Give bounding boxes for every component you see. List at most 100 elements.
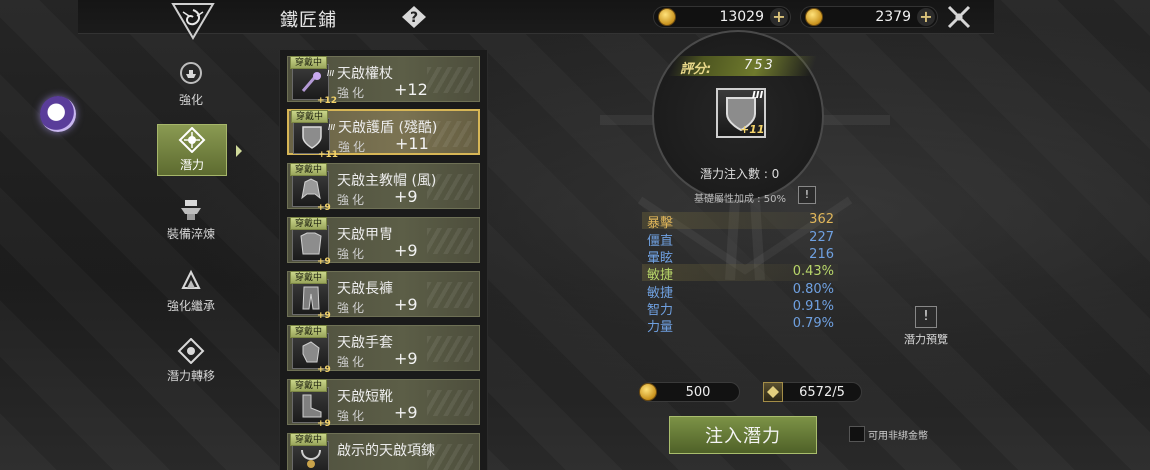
currency-gold-stack-value: 13029 xyxy=(719,9,764,25)
sidebar-item-transfer[interactable]: 潛力轉移 xyxy=(150,334,232,388)
sidebar-item-label: 強化繼承 xyxy=(166,299,215,313)
item-plus-badge: +9 xyxy=(317,203,331,213)
item-name: 天啟甲冑 xyxy=(337,227,393,243)
page-title: 鐵匠鋪 xyxy=(280,10,337,31)
sidebar-item-enhance[interactable]: 強化 xyxy=(150,58,232,112)
sidebar-item-potential[interactable]: 潛力 xyxy=(157,124,242,176)
sidebar-item-label: 裝備淬煉 xyxy=(166,227,215,241)
anvil-icon xyxy=(180,62,202,84)
use-unbound-gold-checkbox[interactable] xyxy=(849,426,865,442)
inherit-icon xyxy=(181,269,201,289)
equipped-badge: 穿戴中 xyxy=(290,56,328,69)
base-bonus-text: 基礎屬性加成 : 50% xyxy=(694,194,786,205)
coin-icon xyxy=(805,8,823,26)
decor-stripes xyxy=(427,444,473,470)
svg-text:?: ? xyxy=(410,10,418,26)
coin-icon xyxy=(639,383,657,401)
list-item[interactable]: +9 穿戴中 天啟短靴 強化 +9 xyxy=(287,379,480,429)
decor-stripes xyxy=(427,282,473,308)
add-currency-2-button[interactable]: + xyxy=(917,8,935,26)
item-plus-badge: +11 xyxy=(318,150,339,160)
add-currency-1-button[interactable]: + xyxy=(770,8,788,26)
use-unbound-gold-label: 可用非綁金幣 xyxy=(868,430,928,442)
item-enhance-label: 強化 xyxy=(337,355,368,369)
item-enhance-label: 強化 xyxy=(338,140,369,154)
stat-value: 0.79% xyxy=(792,316,834,331)
assistant-orb-icon[interactable] xyxy=(40,96,76,132)
list-item[interactable]: III +11 穿戴中 天啟護盾 (殘酷) 強化 +11 xyxy=(287,109,480,160)
item-enhance-level: +12 xyxy=(394,80,428,99)
gold-cost: 500 xyxy=(639,382,740,402)
equipped-badge: 穿戴中 xyxy=(290,163,328,176)
item-enhance-level: +9 xyxy=(394,241,418,260)
currency-coin: 2379 + xyxy=(800,6,938,28)
equipped-badge: 穿戴中 xyxy=(290,433,328,446)
potential-preview-button[interactable]: ! 潛力預覽 xyxy=(900,306,952,348)
sidebar-item-label: 潛力 xyxy=(179,158,204,172)
item-plus-badge: +9 xyxy=(317,365,331,375)
stat-value: 0.91% xyxy=(792,299,834,314)
list-item[interactable]: +9 穿戴中 天啟甲冑 強化 +9 xyxy=(287,217,480,267)
item-enhance-level: +9 xyxy=(394,295,418,314)
currency-coin-value: 2379 xyxy=(875,9,911,25)
guild-emblem-icon xyxy=(166,0,220,40)
list-item[interactable]: III +12 穿戴中 天啟權杖 強化 +12 xyxy=(287,56,480,106)
item-name: 天啟權杖 xyxy=(337,66,393,82)
stat-name: 暴擊 xyxy=(647,216,674,231)
list-item[interactable]: +9 穿戴中 天啟長褲 強化 +9 xyxy=(287,271,480,321)
selected-item-tier: III xyxy=(752,90,764,101)
stat-row: 敏捷 0.80% xyxy=(642,282,838,301)
exclamation-icon: ! xyxy=(915,306,937,328)
sidebar-item-inherit[interactable]: 強化繼承 xyxy=(150,264,232,318)
stat-row: 暈眩 216 xyxy=(642,247,838,266)
score-value: 753 xyxy=(744,58,775,73)
list-item[interactable]: 穿戴中 啟示的天啟項鍊 xyxy=(287,433,480,470)
sidebar-item-refine[interactable]: 裝備淬煉 xyxy=(150,192,232,246)
item-tier: III xyxy=(327,69,335,78)
item-enhance-level: +9 xyxy=(394,349,418,368)
stat-name: 敏捷 xyxy=(647,268,674,283)
use-unbound-gold-option[interactable]: 可用非綁金幣 xyxy=(849,426,928,442)
decor-stripes xyxy=(427,67,473,93)
stat-value: 216 xyxy=(809,247,834,262)
active-caret xyxy=(236,145,242,157)
gold-cost-value: 500 xyxy=(685,384,711,400)
stat-value: 362 xyxy=(809,212,834,227)
stat-row: 智力 0.91% xyxy=(642,299,838,318)
equipped-badge: 穿戴中 xyxy=(291,110,329,123)
score-label: 評分: xyxy=(680,62,712,77)
help-button[interactable]: ? xyxy=(401,5,427,29)
decor-stripes xyxy=(427,336,473,362)
item-name: 天啟長褲 xyxy=(337,281,393,297)
item-enhance-label: 強化 xyxy=(337,409,368,423)
stat-row: 僵直 227 xyxy=(642,230,838,249)
item-name: 天啟短靴 xyxy=(337,389,393,405)
decor-stripes xyxy=(427,228,473,254)
item-enhance-label: 強化 xyxy=(337,247,368,261)
list-item[interactable]: +9 穿戴中 天啟手套 強化 +9 xyxy=(287,325,480,375)
item-name: 啟示的天啟項鍊 xyxy=(337,443,435,459)
equipped-badge: 穿戴中 xyxy=(290,379,328,392)
close-button[interactable] xyxy=(946,4,972,30)
sidebar-item-label: 強化 xyxy=(178,93,203,107)
equipment-list[interactable]: III +12 穿戴中 天啟權杖 強化 +12 III +11 穿戴中 天啟護盾… xyxy=(279,50,488,470)
transfer-icon xyxy=(177,338,205,364)
stat-value: 0.80% xyxy=(792,282,834,297)
equipped-badge: 穿戴中 xyxy=(290,271,328,284)
item-plus-badge: +12 xyxy=(317,96,338,106)
stat-value: 0.43% xyxy=(792,264,834,279)
forge-icon xyxy=(181,200,201,220)
inject-potential-button[interactable]: 注入潛力 xyxy=(669,416,817,454)
stats-panel: 暴擊 362 僵直 227 暈眩 216 敏捷 0.43% 敏捷 0.80% 智… xyxy=(642,210,838,336)
question-mark-icon: ? xyxy=(402,6,426,28)
item-name: 天啟主教帽 (風) xyxy=(337,173,437,189)
list-item[interactable]: +9 穿戴中 天啟主教帽 (風) 強化 +9 xyxy=(287,163,480,213)
potential-preview-label: 潛力預覽 xyxy=(904,333,948,346)
item-enhance-label: 強化 xyxy=(337,193,368,207)
inject-count-text: 潛力注入數 : 0 xyxy=(700,167,780,181)
item-enhance-level: +9 xyxy=(394,187,418,206)
item-enhance-label: 強化 xyxy=(337,301,368,315)
item-enhance-level: +9 xyxy=(394,403,418,422)
item-tier: III xyxy=(328,123,336,132)
base-bonus-info-button[interactable]: ! xyxy=(798,186,816,204)
